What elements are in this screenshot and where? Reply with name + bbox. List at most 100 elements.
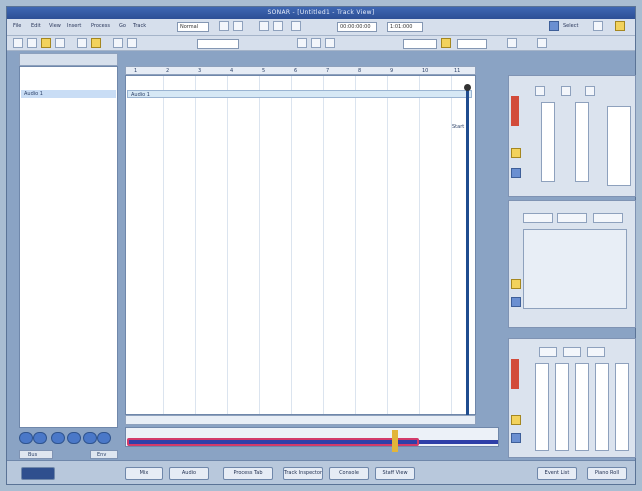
mix-b-icon[interactable] (563, 347, 581, 357)
tab-sends[interactable] (557, 213, 587, 223)
tool-j-icon[interactable] (537, 38, 547, 48)
fx-a-icon[interactable] (511, 279, 521, 289)
screen-field[interactable] (457, 39, 487, 49)
menu-go[interactable]: Go (119, 23, 126, 29)
tool-d-icon[interactable] (273, 21, 283, 31)
view-button-staff[interactable]: Staff View (375, 467, 415, 480)
bus-tab-label: Bus (28, 452, 38, 458)
volume-fader[interactable] (541, 102, 555, 182)
record-strip (511, 96, 519, 126)
arrow-icon[interactable] (13, 38, 23, 48)
view-button-track-inspector[interactable]: Track Inspector (283, 467, 323, 480)
insp-a-icon[interactable] (535, 86, 545, 96)
tab-eq[interactable] (593, 213, 623, 223)
fx-b-icon[interactable] (511, 297, 521, 307)
ruler-tick: 5 (262, 68, 266, 74)
menu-view[interactable]: View (49, 23, 61, 29)
end-marker[interactable] (466, 88, 469, 418)
layout-icon[interactable] (441, 38, 451, 48)
marker-label: Start (452, 124, 465, 130)
grid-line (163, 76, 164, 414)
menu-edit[interactable]: Edit (31, 23, 41, 29)
record-icon[interactable] (511, 148, 521, 158)
ruler-tick: 11 (454, 68, 461, 74)
tab-fx[interactable] (523, 213, 553, 223)
ruler-tick: 2 (166, 68, 170, 74)
overview-track (419, 440, 498, 444)
layout-field[interactable] (403, 39, 437, 49)
tool-f-icon[interactable] (297, 38, 307, 48)
loop-icon[interactable] (593, 21, 603, 31)
mixer-a-icon[interactable] (511, 415, 521, 425)
select-label[interactable]: Select (563, 23, 578, 29)
channel-fader[interactable] (555, 363, 569, 451)
view-button-piano-roll[interactable]: Piano Roll (587, 467, 627, 480)
marker-handle-icon[interactable] (464, 84, 471, 91)
time-ruler[interactable]: 1 2 3 4 5 6 7 8 9 10 11 (125, 66, 476, 75)
tool-c-icon[interactable] (259, 21, 269, 31)
pan-fader[interactable] (575, 102, 589, 182)
zoom-reset-icon[interactable] (97, 432, 111, 444)
clip-name: Audio 1 (131, 92, 150, 98)
menu-track[interactable]: Track (133, 23, 146, 29)
ruler-tick: 7 (326, 68, 330, 74)
ruler-tick: 3 (198, 68, 202, 74)
menu-file[interactable]: File (13, 23, 21, 29)
zoom-in-icon[interactable] (19, 432, 33, 444)
zoom-out-icon[interactable] (33, 432, 47, 444)
mode-field[interactable]: Normal (177, 22, 209, 32)
tool-a-icon[interactable] (219, 21, 229, 31)
mixer-b-icon[interactable] (511, 433, 521, 443)
zoom-icon[interactable] (27, 38, 37, 48)
tool-g-icon[interactable] (311, 38, 321, 48)
folder-icon[interactable] (41, 38, 51, 48)
insp-b-icon[interactable] (561, 86, 571, 96)
cut-icon[interactable] (77, 38, 87, 48)
zoom-controls (19, 432, 111, 446)
menu-bar: File Edit View Insert Process Go Track N… (7, 19, 635, 36)
clips-pane[interactable] (125, 75, 476, 415)
menu-insert[interactable]: Insert (67, 23, 81, 29)
channel-fader[interactable] (595, 363, 609, 451)
start-button[interactable] (21, 467, 55, 480)
time-field[interactable]: 00:00:00:00 (337, 22, 377, 32)
paste-icon[interactable] (91, 38, 101, 48)
snap-field[interactable] (197, 39, 239, 49)
mix-a-icon[interactable] (539, 347, 557, 357)
select-icon[interactable] (549, 21, 559, 31)
channel-fader[interactable] (615, 363, 629, 451)
tool-i-icon[interactable] (507, 38, 517, 48)
menu-process[interactable]: Process (91, 23, 110, 29)
bus-tab[interactable]: Bus (19, 450, 53, 459)
monitor-icon[interactable] (511, 168, 521, 178)
save-icon[interactable] (55, 38, 65, 48)
grid-icon[interactable] (113, 38, 123, 48)
tool-e-icon[interactable] (291, 21, 301, 31)
track-list-pane (19, 66, 118, 428)
track-list-item[interactable]: Audio 1 (21, 90, 116, 98)
fx-bin[interactable] (523, 229, 627, 309)
view-button-process[interactable]: Process Tab (223, 467, 273, 480)
env-tab[interactable]: Env (90, 450, 118, 459)
channel-fader[interactable] (535, 363, 549, 451)
mix-c-icon[interactable] (587, 347, 605, 357)
snap-icon[interactable] (127, 38, 137, 48)
grid-line (387, 76, 388, 414)
zoom-vert-icon[interactable] (67, 432, 81, 444)
pencil-icon[interactable] (615, 21, 625, 31)
tool-h-icon[interactable] (325, 38, 335, 48)
bar-field[interactable]: 1:01:000 (387, 22, 423, 32)
now-time-marker[interactable] (392, 430, 398, 452)
overview-selection[interactable] (127, 438, 419, 446)
horizontal-scrollbar[interactable] (125, 415, 476, 425)
channel-fader[interactable] (575, 363, 589, 451)
tool-b-icon[interactable] (233, 21, 243, 31)
insp-c-icon[interactable] (585, 86, 595, 96)
view-button-mix[interactable]: Mix (125, 467, 163, 480)
zoom-horiz-icon[interactable] (83, 432, 97, 444)
zoom-fit-icon[interactable] (51, 432, 65, 444)
view-button-event-list[interactable]: Event List (537, 467, 577, 480)
audio-clip[interactable]: Audio 1 (127, 90, 472, 98)
view-button-audio[interactable]: Audio (169, 467, 209, 480)
view-button-console[interactable]: Console (329, 467, 369, 480)
